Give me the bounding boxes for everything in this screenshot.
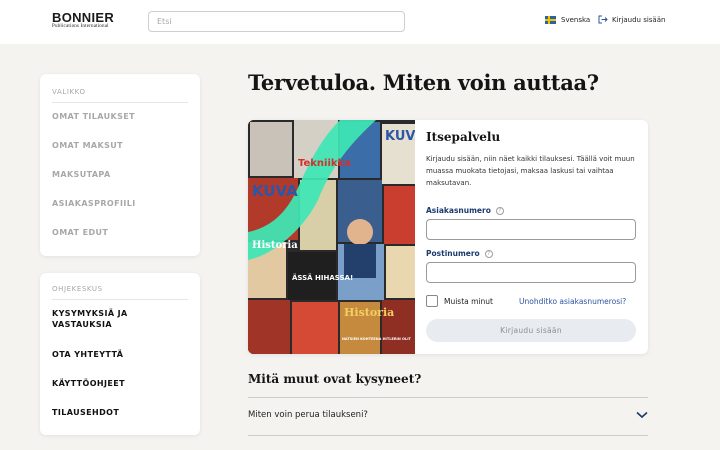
bonnier-logo[interactable]: BONNIER Publications International xyxy=(52,11,114,30)
self-service-card: KUVA Tekniikka KUVA Historia ÄSSÄ HIHASS… xyxy=(248,120,648,354)
magazine-collage-image: KUVA Tekniikka KUVA Historia ÄSSÄ HIHASS… xyxy=(248,120,415,354)
login-submit-button[interactable]: Kirjaudu sisään xyxy=(426,319,636,342)
mag-assa: ÄSSÄ HIHASSA! xyxy=(292,273,353,282)
mag-kuva-1: KUVA xyxy=(385,129,415,144)
menu-item-asiakasprofiili[interactable]: ASIAKASPROFIILI xyxy=(52,199,136,208)
faq-divider-bottom xyxy=(248,435,648,436)
faq-divider-top xyxy=(248,397,648,398)
search-input[interactable] xyxy=(148,11,405,32)
postal-code-label-text: Postinumero xyxy=(426,249,480,258)
menu-item-maksutapa[interactable]: MAKSUTAPA xyxy=(52,170,111,179)
remember-me[interactable]: Muista minut xyxy=(426,295,493,307)
mag-hitler: NATSIEN KOHTEENA HITLERIN OLIT xyxy=(342,337,411,341)
login-icon xyxy=(598,15,608,24)
language-label: Svenska xyxy=(561,16,591,24)
help-item-terms[interactable]: TILAUSEHDOT xyxy=(52,407,172,418)
header-login-link[interactable]: Kirjaudu sisään xyxy=(598,15,665,24)
help-item-faq[interactable]: KYSYMYKSIÄ JA VASTAUKSIA xyxy=(52,308,172,330)
faq-title: Mitä muut ovat kysyneet? xyxy=(248,372,422,386)
forgot-customer-number-link[interactable]: Unohditko asiakasnumerosi? xyxy=(519,297,626,306)
customer-number-label: Asiakasnumero ? xyxy=(426,206,504,215)
swedish-flag-icon xyxy=(545,16,556,24)
help-question-icon[interactable]: ? xyxy=(495,206,504,215)
menu-item-omat-tilaukset[interactable]: OMAT TILAUKSET xyxy=(52,112,135,121)
mag-kuva-2: KUVA xyxy=(252,182,298,200)
menu-divider xyxy=(52,102,188,103)
menu-title: VALIKKO xyxy=(52,88,86,96)
help-title: OHJEKESKUS xyxy=(52,285,103,293)
magazine-collage-graphic: KUVA Tekniikka KUVA Historia ÄSSÄ HIHASS… xyxy=(248,120,415,354)
logo-subtext: Publications International xyxy=(52,24,109,29)
customer-number-input[interactable] xyxy=(426,219,636,240)
remember-me-label: Muista minut xyxy=(444,296,493,306)
top-header: BONNIER Publications International Svens… xyxy=(0,0,720,44)
menu-item-omat-maksut[interactable]: OMAT MAKSUT xyxy=(52,141,123,150)
postal-code-label: Postinumero ? xyxy=(426,249,493,258)
chevron-down-icon[interactable] xyxy=(636,411,648,419)
faq-question[interactable]: Miten voin perua tilaukseni? xyxy=(248,410,368,420)
logo-text: BONNIER xyxy=(52,10,115,25)
customer-number-label-text: Asiakasnumero xyxy=(426,206,491,215)
help-card: OHJEKESKUS KYSYMYKSIÄ JA VASTAUKSIA OTA … xyxy=(40,273,200,435)
help-item-instructions[interactable]: KÄYTTÖOHJEET xyxy=(52,378,172,389)
help-question-icon[interactable]: ? xyxy=(484,249,493,258)
mag-historia-2: Historia xyxy=(344,306,394,319)
help-divider xyxy=(52,299,188,300)
self-service-description: Kirjaudu sisään, niin näet kaikki tilauk… xyxy=(426,155,635,187)
language-switch[interactable]: Svenska xyxy=(545,16,590,24)
page-title: Tervetuloa. Miten voin auttaa? xyxy=(248,70,599,95)
help-item-contact[interactable]: OTA YHTEYTTÄ xyxy=(52,349,172,360)
mag-tekniikka: Tekniikka xyxy=(298,158,351,169)
menu-card: VALIKKO OMAT TILAUKSET OMAT MAKSUT MAKSU… xyxy=(40,74,200,256)
menu-item-omat-edut[interactable]: OMAT EDUT xyxy=(52,228,108,237)
self-service-title: Itsepalvelu xyxy=(426,130,501,144)
header-login-label: Kirjaudu sisään xyxy=(612,15,666,24)
postal-code-input[interactable] xyxy=(426,262,636,283)
remember-me-checkbox[interactable] xyxy=(426,295,438,307)
mag-historia-1: Historia xyxy=(252,240,298,251)
